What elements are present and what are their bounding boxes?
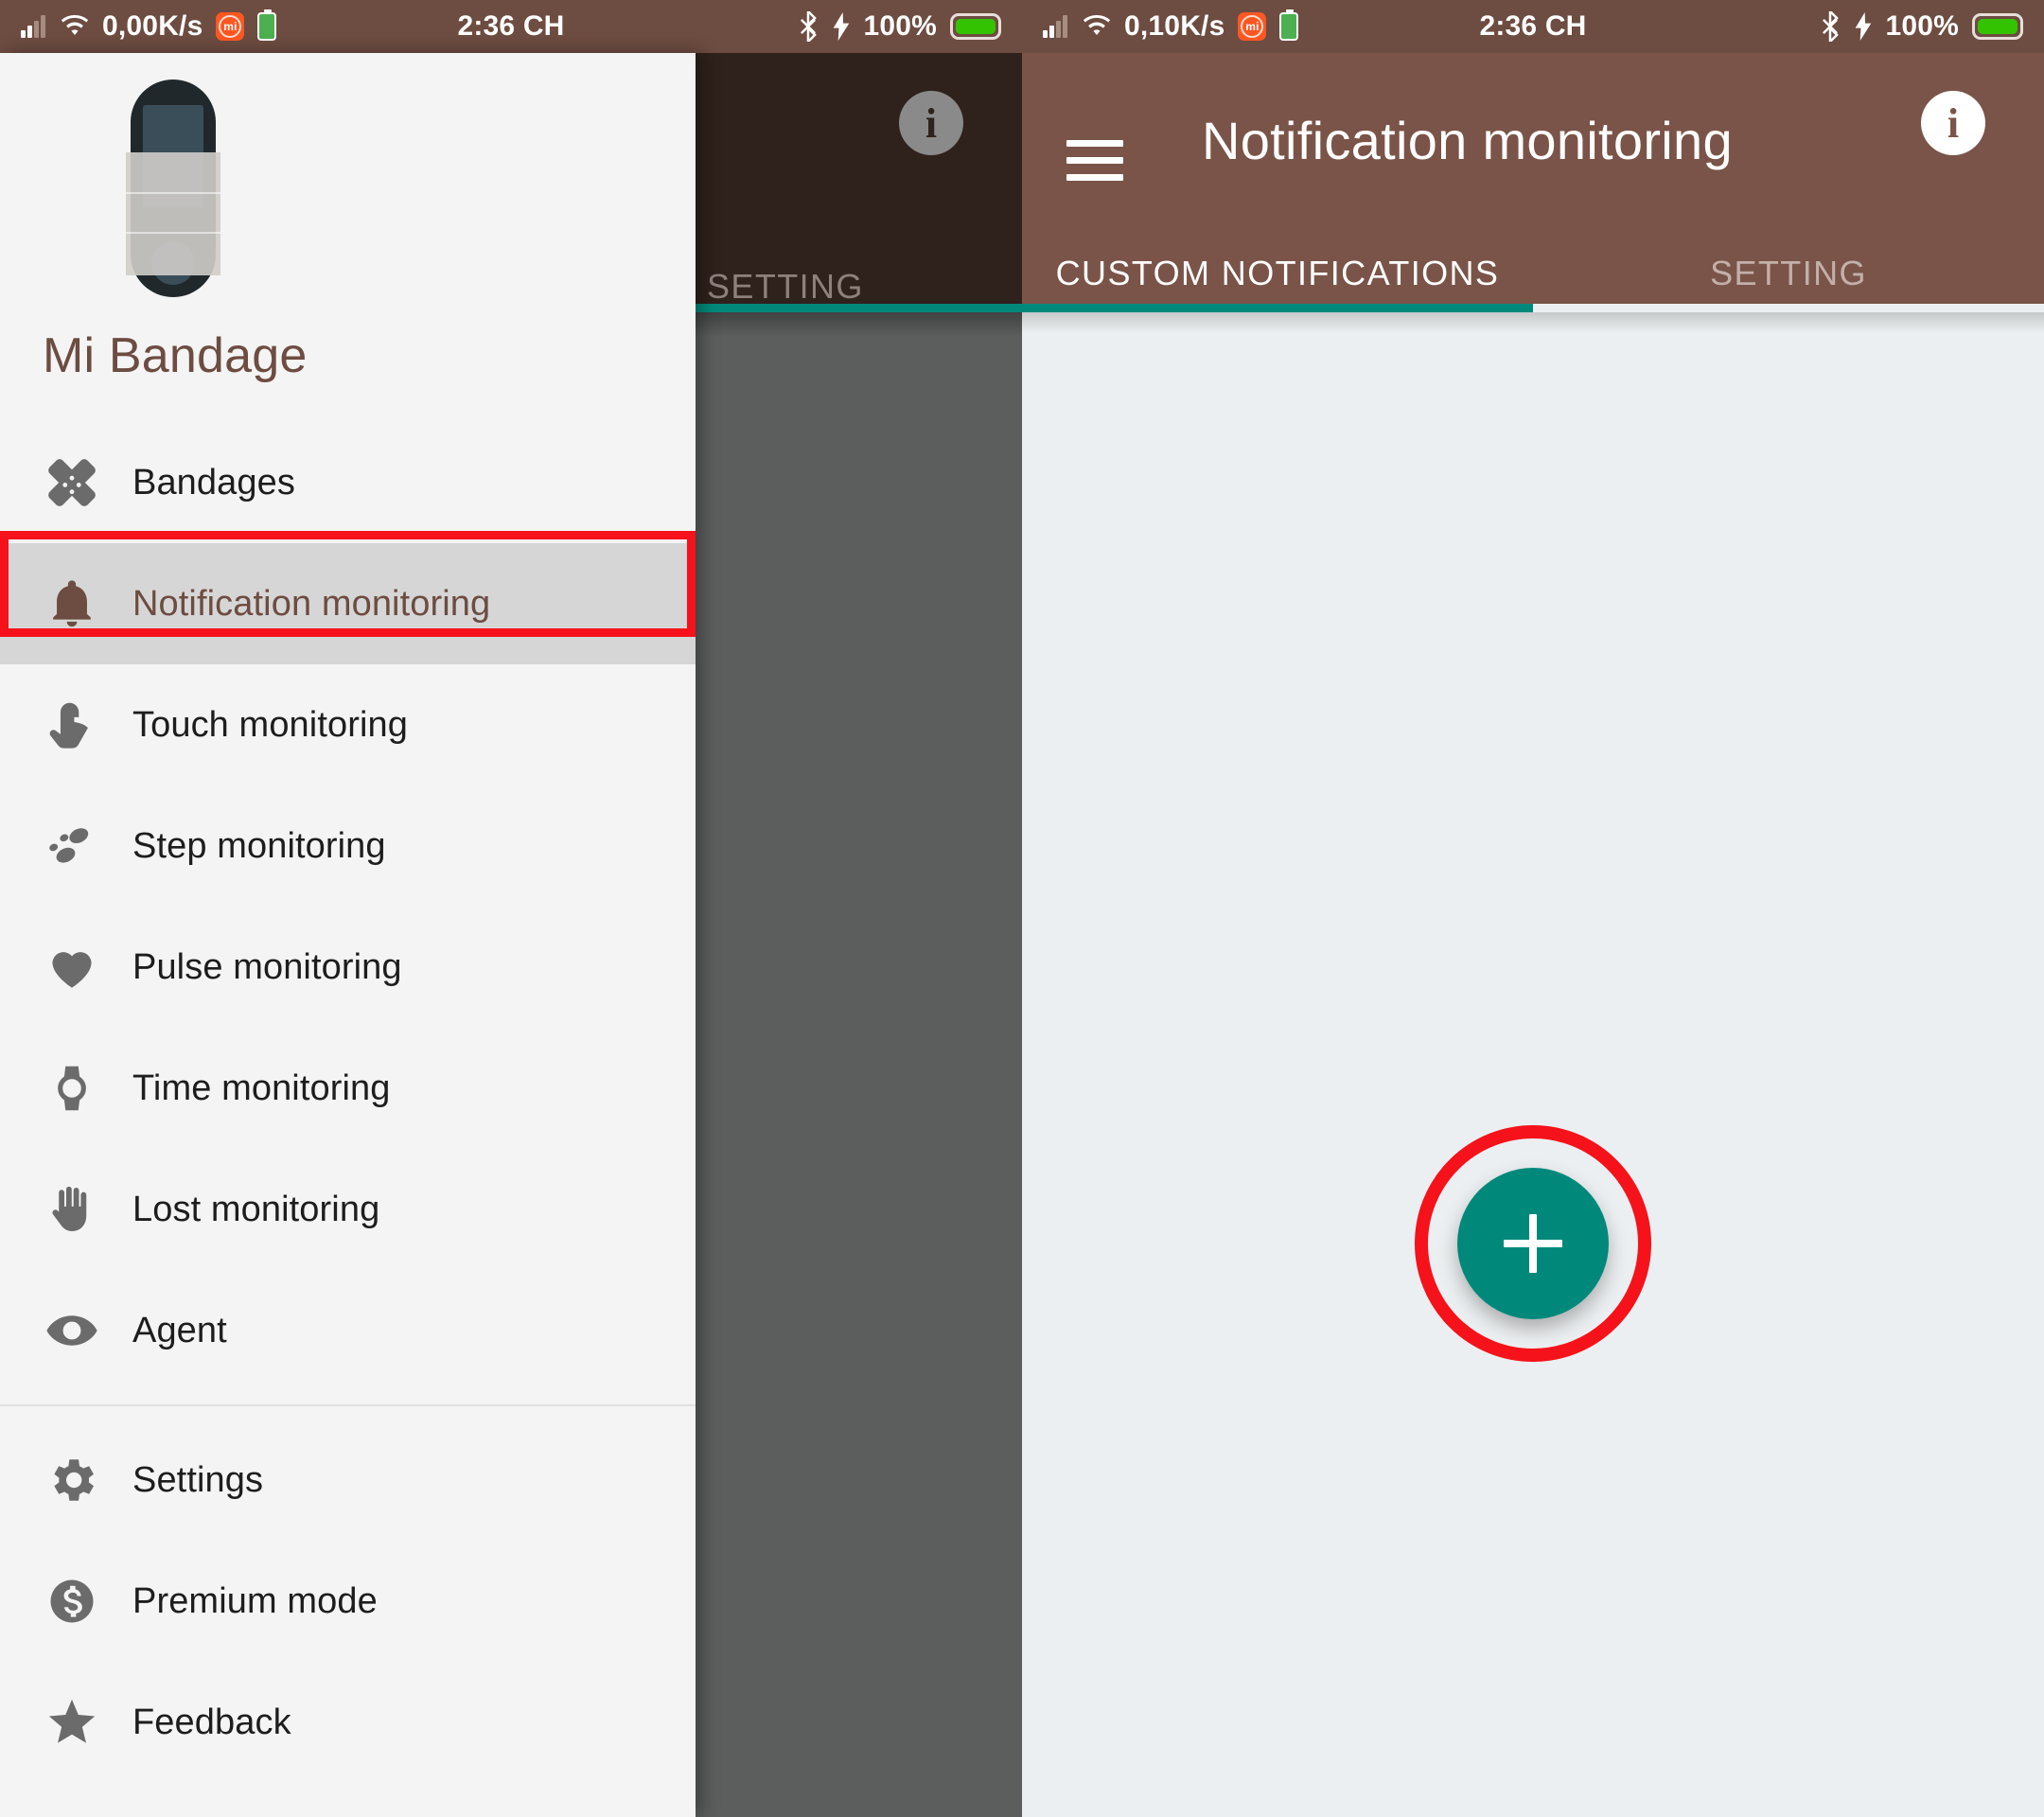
- wifi-icon: [1083, 15, 1111, 35]
- add-notification-fab[interactable]: [1457, 1168, 1609, 1319]
- battery-percent-label: 100%: [863, 10, 937, 42]
- gear-icon: [28, 1453, 115, 1508]
- sidebar-item-settings[interactable]: Settings: [0, 1420, 696, 1541]
- dollar-circle-icon: [28, 1574, 115, 1629]
- status-bar-right: 0,10K/s mi 2:36 CH 100%: [1022, 0, 2044, 53]
- sidebar-item-label: Lost monitoring: [132, 1189, 380, 1229]
- green-battery-icon: [1279, 9, 1299, 41]
- bandage-strip-icon: [126, 152, 220, 275]
- sidebar-item-touch-monitoring[interactable]: Touch monitoring: [0, 664, 696, 785]
- app-bar: Notification monitoring i CUSTOM NOTIFIC…: [1022, 53, 2044, 304]
- bluetooth-icon: [801, 11, 818, 42]
- touch-hand-icon: [28, 697, 115, 752]
- tab-custom-notifications[interactable]: CUSTOM NOTIFICATIONS: [1022, 242, 1533, 304]
- status-bar-right-right-icons: 100%: [1819, 10, 2023, 43]
- watch-icon: [28, 1061, 115, 1116]
- status-bar-right-icons: 0,10K/s mi: [1043, 9, 1299, 43]
- network-speed-label: 0,00K/s: [102, 10, 203, 42]
- sidebar-item-premium-mode[interactable]: Premium mode: [0, 1541, 696, 1662]
- sidebar-item-lost-monitoring[interactable]: Lost monitoring: [0, 1149, 696, 1270]
- drawer-header: Mi Bandage: [0, 53, 696, 422]
- info-icon[interactable]: i: [1921, 91, 1985, 155]
- sidebar-item-bandages[interactable]: Bandages: [0, 422, 696, 543]
- status-bar-left-right-icons: 100%: [797, 10, 1001, 43]
- signal-icon: [1043, 15, 1069, 38]
- bandage-cross-icon: [28, 455, 115, 510]
- app-title: Mi Bandage: [43, 328, 308, 383]
- sidebar-item-label: Settings: [132, 1459, 264, 1500]
- miui-icon: mi: [216, 12, 245, 41]
- open-hand-icon: [28, 1182, 115, 1237]
- navigation-drawer: Mi Bandage Bandages Notification monitor…: [0, 53, 696, 1817]
- sidebar-item-step-monitoring[interactable]: Step monitoring: [0, 785, 696, 907]
- sidebar-item-label: Touch monitoring: [132, 704, 408, 745]
- footsteps-icon: [28, 819, 115, 873]
- star-icon: [28, 1695, 115, 1750]
- page-title: Notification monitoring: [1202, 111, 1733, 170]
- status-bar-left-icons: 0,00K/s mi: [21, 9, 277, 43]
- info-icon[interactable]: i: [899, 91, 963, 155]
- drawer-menu: Bandages Notification monitoring Touch m…: [0, 422, 696, 1783]
- charging-bolt-icon: [1856, 12, 1872, 41]
- sidebar-item-time-monitoring[interactable]: Time monitoring: [0, 1028, 696, 1149]
- sidebar-item-pulse-monitoring[interactable]: Pulse monitoring: [0, 907, 696, 1028]
- drawer-divider: [0, 1404, 696, 1406]
- sidebar-item-label: Bandages: [132, 462, 295, 503]
- heart-icon: [28, 940, 115, 995]
- battery-icon: [1972, 13, 2023, 40]
- status-bar-left: 0,00K/s mi 2:36 CH 100%: [0, 0, 1022, 53]
- sidebar-item-feedback[interactable]: Feedback: [0, 1662, 696, 1783]
- sidebar-item-label: Time monitoring: [132, 1067, 391, 1108]
- battery-icon: [950, 13, 1001, 40]
- wifi-icon: [61, 15, 89, 35]
- tab-setting[interactable]: SETTING: [1533, 242, 2044, 304]
- sidebar-item-label: Premium mode: [132, 1580, 378, 1621]
- content-area: [1022, 312, 2044, 1817]
- tab-indicator: [1022, 304, 1533, 312]
- sidebar-item-label: Step monitoring: [132, 825, 386, 866]
- sidebar-item-notification-monitoring[interactable]: Notification monitoring: [0, 543, 696, 664]
- dual-screenshot-composite: 0,00K/s mi 2:36 CH 100% 0,10K/s mi 2:36 …: [0, 0, 2044, 1817]
- tab-setting-scrimmed[interactable]: SETTING: [707, 267, 864, 307]
- charging-bolt-icon: [834, 12, 850, 41]
- sidebar-item-label: Feedback: [132, 1702, 291, 1742]
- plus-icon: [1504, 1214, 1562, 1273]
- eye-icon: [28, 1303, 115, 1358]
- miui-icon: mi: [1238, 12, 1267, 41]
- right-phone-screen: Notification monitoring i CUSTOM NOTIFIC…: [1022, 53, 2044, 1817]
- sidebar-item-agent[interactable]: Agent: [0, 1270, 696, 1391]
- battery-percent-label: 100%: [1885, 10, 1959, 42]
- sidebar-item-label: Pulse monitoring: [132, 946, 402, 987]
- sidebar-item-label: Notification monitoring: [132, 583, 491, 624]
- signal-icon: [21, 15, 47, 38]
- green-battery-icon: [257, 9, 277, 41]
- bell-icon: [28, 576, 115, 631]
- hamburger-menu-icon[interactable]: [1066, 140, 1123, 182]
- sidebar-item-label: Agent: [132, 1310, 227, 1350]
- network-speed-label: 0,10K/s: [1124, 10, 1225, 42]
- tab-bar: CUSTOM NOTIFICATIONS SETTING: [1022, 242, 2044, 304]
- bluetooth-icon: [1823, 11, 1840, 42]
